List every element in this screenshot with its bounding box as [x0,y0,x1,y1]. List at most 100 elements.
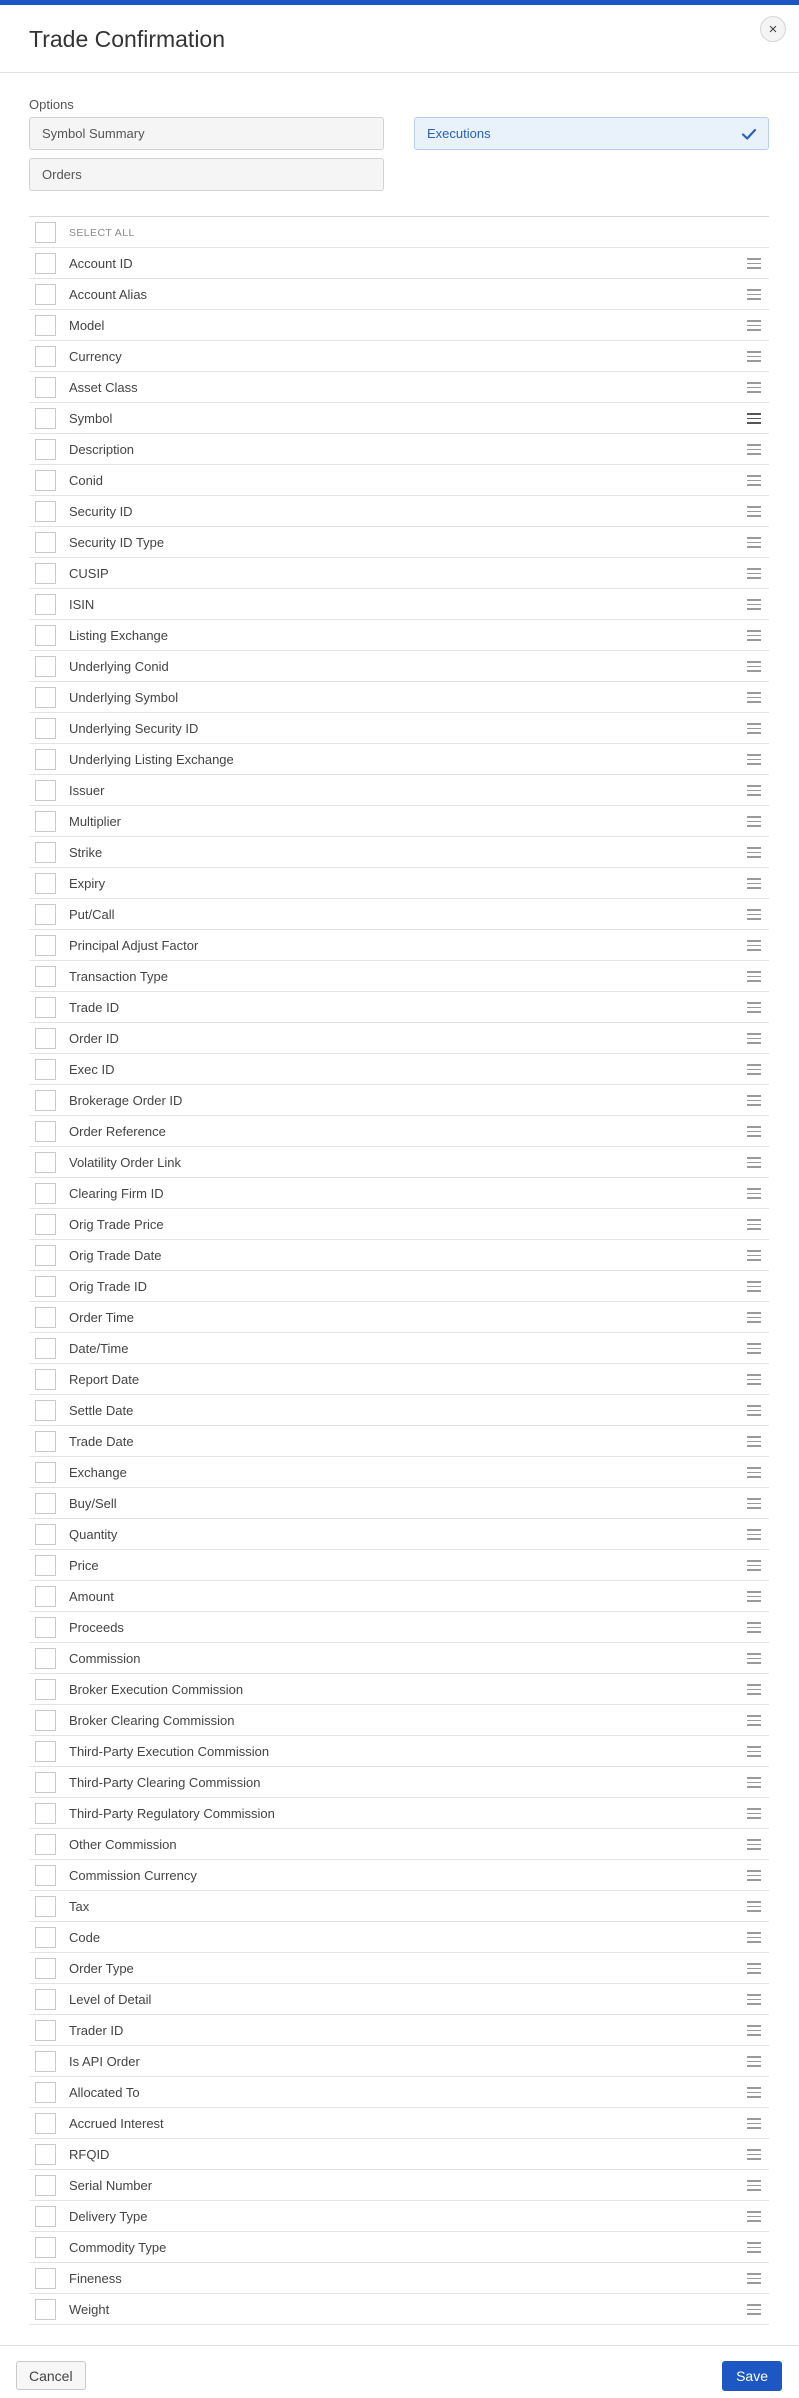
drag-handle-icon[interactable] [747,599,761,610]
field-checkbox[interactable] [35,873,56,894]
field-checkbox[interactable] [35,2082,56,2103]
drag-handle-icon[interactable] [747,568,761,579]
drag-handle-icon[interactable] [747,1436,761,1447]
field-checkbox[interactable] [35,904,56,925]
field-checkbox[interactable] [35,377,56,398]
field-checkbox[interactable] [35,1772,56,1793]
field-checkbox[interactable] [35,2051,56,2072]
drag-handle-icon[interactable] [747,878,761,889]
field-checkbox[interactable] [35,780,56,801]
option-symbol-summary[interactable]: Symbol Summary [29,117,384,150]
drag-handle-icon[interactable] [747,1653,761,1664]
field-checkbox[interactable] [35,501,56,522]
drag-handle-icon[interactable] [747,506,761,517]
field-checkbox[interactable] [35,1555,56,1576]
drag-handle-icon[interactable] [747,847,761,858]
field-checkbox[interactable] [35,842,56,863]
drag-handle-icon[interactable] [747,1188,761,1199]
field-checkbox[interactable] [35,1183,56,1204]
field-checkbox[interactable] [35,1028,56,1049]
drag-handle-icon[interactable] [747,1839,761,1850]
field-checkbox[interactable] [35,2144,56,2165]
field-checkbox[interactable] [35,594,56,615]
drag-handle-icon[interactable] [747,475,761,486]
field-checkbox[interactable] [35,1431,56,1452]
field-checkbox[interactable] [35,1090,56,1111]
field-checkbox[interactable] [35,1679,56,1700]
field-checkbox[interactable] [35,346,56,367]
drag-handle-icon[interactable] [747,1901,761,1912]
field-checkbox[interactable] [35,1369,56,1390]
field-checkbox[interactable] [35,284,56,305]
field-checkbox[interactable] [35,470,56,491]
field-checkbox[interactable] [35,1958,56,1979]
field-checkbox[interactable] [35,1586,56,1607]
field-checkbox[interactable] [35,1214,56,1235]
field-checkbox[interactable] [35,1400,56,1421]
drag-handle-icon[interactable] [747,2056,761,2067]
field-checkbox[interactable] [35,2113,56,2134]
drag-handle-icon[interactable] [747,816,761,827]
option-orders[interactable]: Orders [29,158,384,191]
drag-handle-icon[interactable] [747,1715,761,1726]
field-checkbox[interactable] [35,1245,56,1266]
drag-handle-icon[interactable] [747,1994,761,2005]
drag-handle-icon[interactable] [747,1746,761,1757]
drag-handle-icon[interactable] [747,2180,761,2191]
field-checkbox[interactable] [35,253,56,274]
field-checkbox[interactable] [35,935,56,956]
drag-handle-icon[interactable] [747,723,761,734]
field-checkbox[interactable] [35,1989,56,2010]
drag-handle-icon[interactable] [747,630,761,641]
drag-handle-icon[interactable] [747,1312,761,1323]
drag-handle-icon[interactable] [747,754,761,765]
field-checkbox[interactable] [35,1803,56,1824]
drag-handle-icon[interactable] [747,258,761,269]
select-all-checkbox[interactable] [35,222,56,243]
drag-handle-icon[interactable] [747,909,761,920]
drag-handle-icon[interactable] [747,1498,761,1509]
field-checkbox[interactable] [35,1927,56,1948]
field-checkbox[interactable] [35,687,56,708]
field-checkbox[interactable] [35,1307,56,1328]
drag-handle-icon[interactable] [747,2211,761,2222]
drag-handle-icon[interactable] [747,2118,761,2129]
drag-handle-icon[interactable] [747,413,761,424]
field-checkbox[interactable] [35,439,56,460]
drag-handle-icon[interactable] [747,289,761,300]
drag-handle-icon[interactable] [747,1374,761,1385]
drag-handle-icon[interactable] [747,2149,761,2160]
field-checkbox[interactable] [35,2206,56,2227]
drag-handle-icon[interactable] [747,351,761,362]
field-checkbox[interactable] [35,532,56,553]
cancel-button[interactable]: Cancel [16,2361,86,2390]
drag-handle-icon[interactable] [747,1529,761,1540]
option-executions[interactable]: Executions [414,117,769,150]
field-checkbox[interactable] [35,2268,56,2289]
save-button[interactable]: Save [722,2361,782,2391]
field-checkbox[interactable] [35,1152,56,1173]
field-checkbox[interactable] [35,2175,56,2196]
drag-handle-icon[interactable] [747,661,761,672]
close-button[interactable]: × [760,16,786,42]
drag-handle-icon[interactable] [747,1281,761,1292]
field-checkbox[interactable] [35,1276,56,1297]
drag-handle-icon[interactable] [747,537,761,548]
field-checkbox[interactable] [35,718,56,739]
drag-handle-icon[interactable] [747,1932,761,1943]
drag-handle-icon[interactable] [747,692,761,703]
drag-handle-icon[interactable] [747,2025,761,2036]
field-checkbox[interactable] [35,408,56,429]
field-checkbox[interactable] [35,1834,56,1855]
drag-handle-icon[interactable] [747,1126,761,1137]
field-checkbox[interactable] [35,1648,56,1669]
field-checkbox[interactable] [35,966,56,987]
field-checkbox[interactable] [35,1059,56,1080]
drag-handle-icon[interactable] [747,1870,761,1881]
drag-handle-icon[interactable] [747,2273,761,2284]
drag-handle-icon[interactable] [747,1095,761,1106]
field-checkbox[interactable] [35,749,56,770]
drag-handle-icon[interactable] [747,320,761,331]
field-checkbox[interactable] [35,1121,56,1142]
drag-handle-icon[interactable] [747,940,761,951]
